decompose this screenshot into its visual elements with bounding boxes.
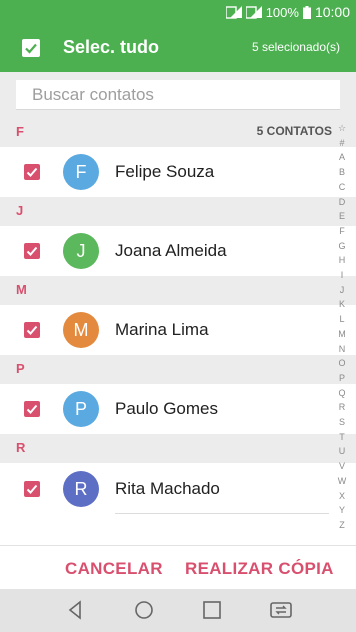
section-letter: M xyxy=(16,282,27,297)
contact-checkbox[interactable] xyxy=(24,322,40,338)
index-letter[interactable]: # xyxy=(339,136,344,151)
check-icon xyxy=(25,43,37,54)
app-bar: Selec. tudo 5 selecionado(s) xyxy=(0,24,356,72)
index-letter[interactable]: X xyxy=(339,489,345,504)
section-header-p: P xyxy=(0,355,356,384)
contact-name: Marina Lima xyxy=(115,320,209,339)
sim1-signal-icon xyxy=(225,5,242,19)
contact-checkbox[interactable] xyxy=(24,401,40,417)
avatar: J xyxy=(63,233,99,269)
contact-name: Joana Almeida xyxy=(115,241,227,260)
select-all-title[interactable]: Selec. tudo xyxy=(63,37,159,58)
divider xyxy=(115,513,329,514)
check-icon xyxy=(26,484,38,494)
back-icon[interactable] xyxy=(63,599,87,621)
index-letter[interactable]: G xyxy=(338,239,345,254)
section-header-r: R xyxy=(0,434,356,463)
index-letter[interactable]: Y xyxy=(339,503,345,518)
cancel-button[interactable]: CANCELAR xyxy=(65,559,163,579)
recents-icon[interactable] xyxy=(200,599,224,621)
check-icon xyxy=(26,404,38,414)
index-letter[interactable]: Q xyxy=(338,386,345,401)
battery-icon xyxy=(302,5,311,19)
index-letter[interactable]: U xyxy=(339,444,346,459)
avatar: M xyxy=(63,312,99,348)
check-icon xyxy=(26,246,38,256)
avatar: F xyxy=(63,154,99,190)
section-letter: R xyxy=(16,440,26,455)
contact-list[interactable]: F 5 CONTATOS F Felipe Souza J J Joana Al… xyxy=(0,118,356,545)
index-letter[interactable]: ☆ xyxy=(338,121,346,136)
index-letter[interactable]: E xyxy=(339,209,345,224)
status-time: 10:00 xyxy=(314,4,350,20)
contact-row-paulo-gomes[interactable]: P Paulo Gomes xyxy=(0,384,356,434)
section-letter: J xyxy=(16,203,24,218)
status-bar: 100% 10:00 xyxy=(0,0,356,24)
index-letter[interactable]: C xyxy=(339,180,346,195)
index-letter[interactable]: M xyxy=(338,327,346,342)
section-letter: F xyxy=(16,124,24,139)
index-letter[interactable]: B xyxy=(339,165,345,180)
navigation-bar xyxy=(0,589,356,632)
contacts-total: 5 CONTATOS xyxy=(256,124,332,138)
index-letter[interactable]: S xyxy=(339,415,345,430)
index-letter[interactable]: H xyxy=(339,253,346,268)
section-header-j: J xyxy=(0,197,356,226)
avatar: P xyxy=(63,391,99,427)
index-letter[interactable]: P xyxy=(339,371,345,386)
index-letter[interactable]: W xyxy=(338,474,347,489)
index-letter[interactable]: A xyxy=(339,150,345,165)
index-letter[interactable]: R xyxy=(339,400,346,415)
section-header-f: F 5 CONTATOS xyxy=(0,118,356,147)
avatar: R xyxy=(63,471,99,507)
contact-name: Felipe Souza xyxy=(115,162,215,181)
index-letter[interactable]: J xyxy=(340,283,345,298)
alphabet-index[interactable]: ☆ # A B C D E F G H I J K L M N O P Q R S T U V W X Y Z xyxy=(333,121,351,533)
contact-row-marina-lima[interactable]: M Marina Lima xyxy=(0,305,356,355)
section-header-m: M xyxy=(0,276,356,305)
contact-checkbox[interactable] xyxy=(24,243,40,259)
contact-name: Paulo Gomes xyxy=(115,399,218,418)
check-icon xyxy=(26,325,38,335)
contact-checkbox[interactable] xyxy=(24,164,40,180)
contact-row-joana-almeida[interactable]: J Joana Almeida xyxy=(0,226,356,276)
index-letter[interactable]: Z xyxy=(339,518,345,533)
contact-row-felipe-souza[interactable]: F Felipe Souza xyxy=(0,147,356,197)
copy-button[interactable]: REALIZAR CÓPIA xyxy=(185,559,334,579)
section-letter: P xyxy=(16,361,25,376)
index-letter[interactable]: N xyxy=(339,342,346,357)
contact-row-rita-machado[interactable]: R Rita Machado xyxy=(0,464,356,514)
search-container: Buscar contatos xyxy=(0,72,356,118)
switch-sim-icon[interactable] xyxy=(269,599,293,621)
sim2-signal-icon xyxy=(245,5,262,19)
select-all-checkbox[interactable] xyxy=(22,39,40,57)
index-letter[interactable]: L xyxy=(339,312,344,327)
contact-name: Rita Machado xyxy=(115,479,220,498)
action-footer: CANCELAR REALIZAR CÓPIA xyxy=(0,545,356,589)
search-input[interactable]: Buscar contatos xyxy=(16,80,340,110)
index-letter[interactable]: T xyxy=(339,430,345,445)
index-letter[interactable]: D xyxy=(339,195,346,210)
home-icon[interactable] xyxy=(132,599,156,621)
index-letter[interactable]: V xyxy=(339,459,345,474)
battery-text: 100% xyxy=(265,4,299,20)
check-icon xyxy=(26,167,38,177)
selected-count: 5 selecionado(s) xyxy=(251,40,340,54)
contact-checkbox[interactable] xyxy=(24,481,40,497)
index-letter[interactable]: F xyxy=(339,224,345,239)
index-letter[interactable]: O xyxy=(338,356,345,371)
index-letter[interactable]: I xyxy=(341,268,344,283)
index-letter[interactable]: K xyxy=(339,297,345,312)
